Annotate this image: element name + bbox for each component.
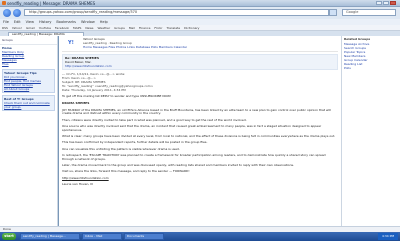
bookmark-item[interactable]: RSS bbox=[2, 26, 8, 30]
message-paragraph: Later, the drama moved back to the group… bbox=[62, 163, 295, 168]
right-pane: Related Groups Message Archive Search Gr… bbox=[341, 36, 400, 226]
bookmark-item[interactable]: Finance bbox=[139, 26, 150, 30]
sidebar-header: Groups bbox=[2, 38, 13, 42]
tips-box: Yahoo! Groups Tips Did you know... Find … bbox=[2, 69, 55, 93]
menu-bookmarks[interactable]: Bookmarks bbox=[56, 20, 76, 24]
address-bar[interactable]: http://groups.yahoo.com/group/sendfly_re… bbox=[24, 9, 329, 16]
sender-link[interactable]: http://www.rbtsfoundation.com bbox=[65, 64, 335, 68]
sidebar-link[interactable]: Files bbox=[2, 62, 55, 66]
message-paragraph: This has been confirmed by independent r… bbox=[62, 140, 208, 145]
taskbar-item[interactable]: Documents bbox=[124, 233, 164, 240]
maximize-button[interactable] bbox=[383, 1, 389, 5]
minimize-button[interactable] bbox=[376, 1, 382, 5]
bookmark-item[interactable]: News bbox=[85, 26, 93, 30]
search-input[interactable]: Google bbox=[342, 9, 396, 16]
forward-button[interactable] bbox=[13, 9, 21, 17]
group-header: Y! Yahoo! Groups sendfly_reading · Readi… bbox=[62, 37, 338, 52]
menu-edit[interactable]: Edit bbox=[14, 20, 21, 24]
message-paragraph: JOY MURRAY of the DRAMA SHEMES, an old E… bbox=[62, 107, 331, 116]
bookmark-item[interactable]: Groups bbox=[114, 26, 125, 30]
menu-history[interactable]: History bbox=[39, 20, 51, 24]
window-titlebar: sendfly_reading | Message: DRAMA SHEMES bbox=[0, 0, 400, 7]
unsubscribe-notice: To get off this mailing list REPLY to se… bbox=[62, 93, 172, 98]
group-nav-links[interactable]: Home Messages Files Photos Links Databas… bbox=[83, 45, 187, 49]
bookmark-item[interactable]: Weather bbox=[98, 26, 111, 30]
back-button[interactable] bbox=[3, 9, 11, 17]
right-pane-link[interactable]: Polls bbox=[342, 66, 400, 70]
message-link[interactable]: http://www.rbtsfoundation.com bbox=[62, 176, 338, 181]
left-sidebar: Groups Home Members Only Reading Group M… bbox=[0, 36, 58, 226]
bookmark-item[interactable]: Translate bbox=[166, 26, 180, 30]
bookmark-item[interactable]: YouTube bbox=[39, 26, 51, 30]
message-paragraph: One can visualize this unfolding the pat… bbox=[62, 146, 180, 151]
menu-file[interactable]: File bbox=[3, 20, 9, 24]
menu-help[interactable]: Help bbox=[100, 20, 108, 24]
bookmark-item[interactable]: Facebook bbox=[55, 26, 69, 30]
yahoo-logo: Y! bbox=[62, 39, 80, 47]
message-paragraph: Then, citizens were directly invited to … bbox=[62, 117, 247, 122]
window-title: sendfly_reading | Message: DRAMA SHEMES bbox=[7, 1, 96, 6]
forward-line: Date: Thursday, 14 January 2011, 4:34 PM bbox=[62, 88, 126, 92]
menu-window[interactable]: Window bbox=[81, 20, 95, 24]
bookmark-item[interactable]: Yahoo! bbox=[12, 26, 22, 30]
message-content: Y! Yahoo! Groups sendfly_reading · Readi… bbox=[59, 36, 341, 226]
message-title: DRAMA SHEMES bbox=[62, 101, 90, 106]
go-button[interactable] bbox=[329, 9, 337, 16]
sidebar-section-home: Home Members Only Reading Group Messages… bbox=[0, 44, 57, 67]
windows-taskbar: start sendfly_reading | Message... Inbox… bbox=[0, 232, 400, 241]
message-paragraph: One source who was directly involved sai… bbox=[62, 123, 322, 132]
bookmark-item[interactable]: Dictionary bbox=[184, 26, 199, 30]
taskbar-clock: 4:34 PM bbox=[378, 233, 398, 240]
start-button[interactable]: start bbox=[2, 233, 16, 240]
bookmark-item[interactable]: MAPS bbox=[73, 26, 81, 30]
menu-view[interactable]: View bbox=[26, 20, 34, 24]
bookmark-item[interactable]: Gmail bbox=[26, 26, 35, 30]
logo-text: Y! bbox=[68, 40, 74, 46]
sidebar-link[interactable]: Check them out and nominate your group. bbox=[4, 101, 53, 109]
message-header: Re: DRAMA SHEMES David Baker, Mar. http:… bbox=[62, 54, 338, 70]
firefox-icon bbox=[2, 1, 6, 5]
bookmark-item[interactable]: Flickr bbox=[154, 26, 162, 30]
sidebar-link[interactable]: All About Groups bbox=[4, 87, 53, 91]
message-paragraph: In retrospect, the 'ESCAPE TRADITION' wa… bbox=[62, 152, 326, 161]
message-paragraph: Visit us, share the links, forward this … bbox=[62, 169, 190, 174]
forward-info: --- On Fri, 1/14/11, Kevin <s...@...> wr… bbox=[62, 72, 338, 92]
best-of-box: Best of Y! Groups Check them out and nom… bbox=[2, 95, 55, 111]
taskbar-item[interactable]: sendfly_reading | Message... bbox=[20, 233, 80, 240]
message-paragraph: What is clear: many groups have been div… bbox=[62, 134, 336, 139]
bookmark-item[interactable]: Mail bbox=[129, 26, 135, 30]
message-signature: Laurie van Hoven, III bbox=[62, 181, 93, 186]
close-button[interactable] bbox=[390, 1, 396, 5]
navigation-toolbar: http://groups.yahoo.com/group/sendfly_re… bbox=[0, 7, 400, 19]
taskbar-item[interactable]: Inbox - Mail bbox=[82, 233, 122, 240]
